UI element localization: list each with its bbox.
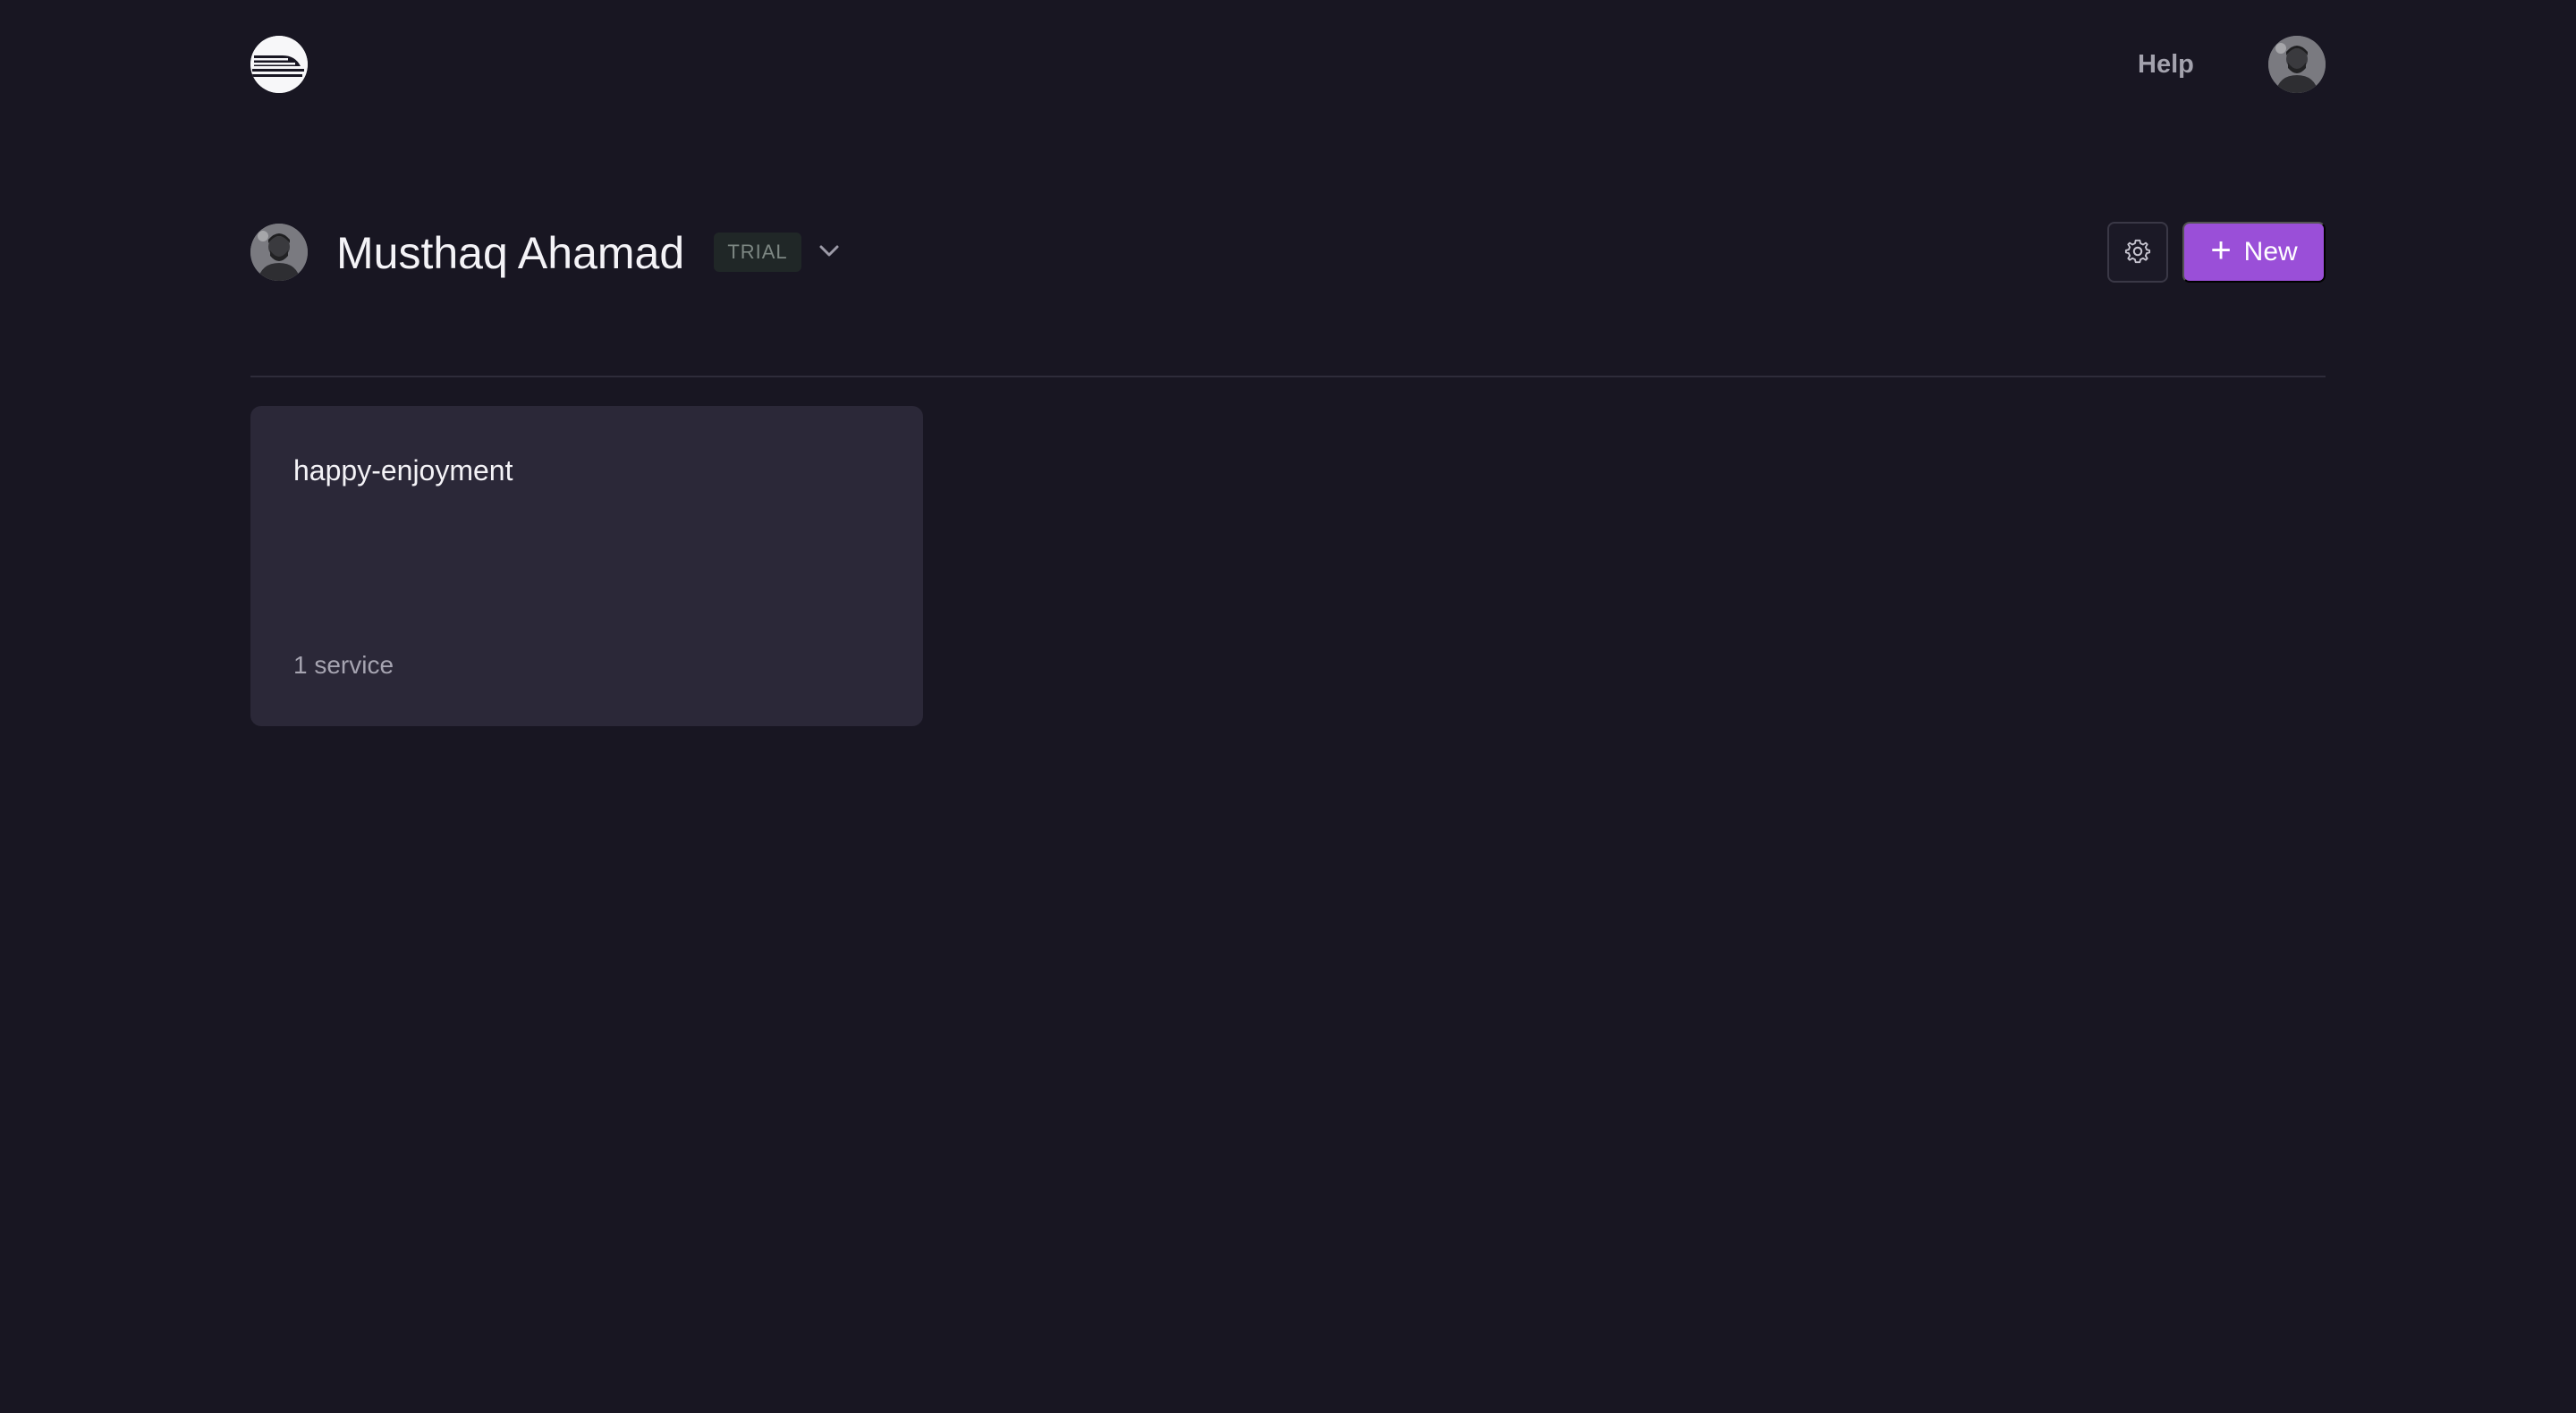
divider bbox=[250, 376, 2326, 377]
account-avatar-icon bbox=[250, 224, 308, 281]
gear-icon bbox=[2124, 238, 2151, 267]
help-link[interactable]: Help bbox=[2138, 47, 2194, 82]
top-navigation: Help bbox=[0, 0, 2576, 131]
railway-logo-icon[interactable] bbox=[250, 36, 308, 93]
user-avatar-icon[interactable] bbox=[2268, 36, 2326, 93]
settings-button[interactable] bbox=[2107, 222, 2168, 283]
project-name: happy-enjoyment bbox=[293, 454, 513, 487]
chevron-down-icon[interactable] bbox=[816, 238, 843, 265]
new-button-label: New bbox=[2243, 237, 2298, 267]
account-header: Musthaq Ahamad TRIAL + New bbox=[250, 222, 2326, 284]
project-card[interactable]: happy-enjoyment 1 service bbox=[250, 406, 923, 726]
plan-badge: TRIAL bbox=[714, 233, 801, 272]
account-name[interactable]: Musthaq Ahamad bbox=[336, 227, 684, 279]
project-service-count: 1 service bbox=[293, 651, 394, 679]
plus-icon: + bbox=[2210, 231, 2232, 270]
new-button[interactable]: + New bbox=[2182, 222, 2326, 283]
